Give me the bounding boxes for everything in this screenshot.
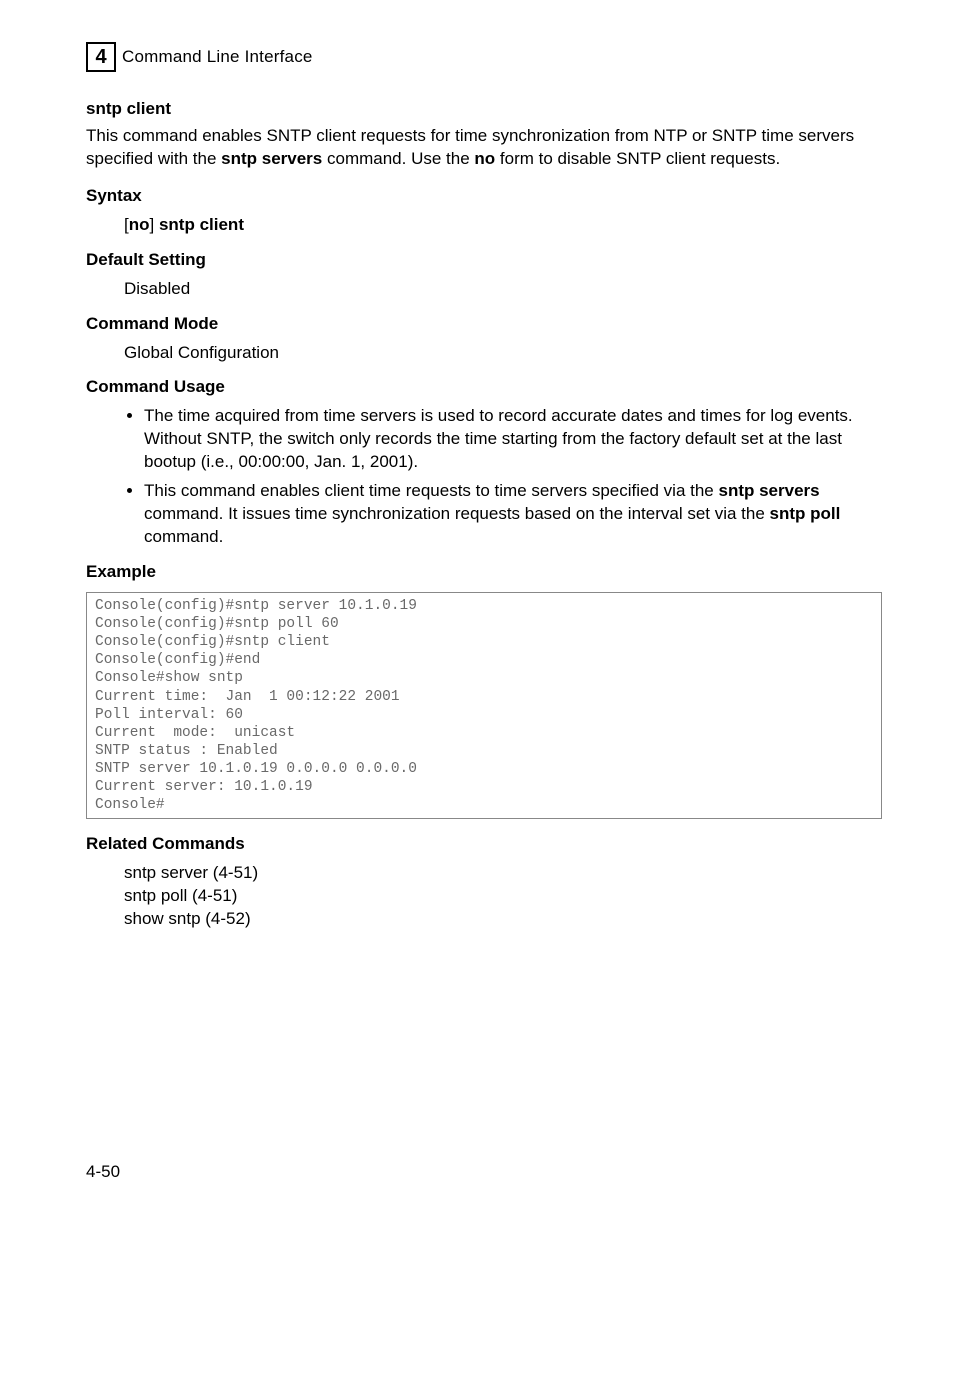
example-code-block: Console(config)#sntp server 10.1.0.19 Co…	[86, 592, 882, 820]
chapter-number-box: 4	[86, 42, 116, 72]
usage2-text-3: command.	[144, 527, 223, 546]
command-usage-title: Command Usage	[86, 376, 882, 399]
related-item: show sntp (4-52)	[124, 908, 882, 931]
default-setting-title: Default Setting	[86, 249, 882, 272]
syntax-cmd: sntp client	[159, 215, 244, 234]
usage2-bold-1: sntp servers	[718, 481, 819, 500]
syntax-close-bracket: ]	[150, 215, 159, 234]
intro-text-2: command. Use the	[322, 149, 474, 168]
syntax-line: [no] sntp client	[86, 214, 882, 237]
command-mode-value: Global Configuration	[86, 342, 882, 365]
usage-bullet-1: The time acquired from time servers is u…	[144, 405, 882, 474]
command-mode-title: Command Mode	[86, 313, 882, 336]
default-setting-value: Disabled	[86, 278, 882, 301]
usage-bullet-2: This command enables client time request…	[144, 480, 882, 549]
syntax-no: no	[129, 215, 150, 234]
page-header: 4 Command Line Interface	[86, 42, 882, 72]
related-commands-title: Related Commands	[86, 833, 882, 856]
related-item: sntp poll (4-51)	[124, 885, 882, 908]
usage2-text-1: This command enables client time request…	[144, 481, 718, 500]
usage2-text-2: command. It issues time synchronization …	[144, 504, 770, 523]
related-commands-list: sntp server (4-51) sntp poll (4-51) show…	[86, 862, 882, 931]
intro-bold-1: sntp servers	[221, 149, 322, 168]
chapter-title: Command Line Interface	[122, 46, 313, 69]
section-intro: This command enables SNTP client request…	[86, 125, 882, 171]
example-title: Example	[86, 561, 882, 584]
intro-text-3: form to disable SNTP client requests.	[495, 149, 780, 168]
intro-bold-2: no	[474, 149, 495, 168]
related-item: sntp server (4-51)	[124, 862, 882, 885]
section-title: sntp client	[86, 98, 882, 121]
syntax-title: Syntax	[86, 185, 882, 208]
command-usage-list: The time acquired from time servers is u…	[86, 405, 882, 549]
chapter-number: 4	[95, 47, 106, 67]
page-number: 4-50	[86, 1161, 882, 1184]
usage2-bold-2: sntp poll	[770, 504, 841, 523]
